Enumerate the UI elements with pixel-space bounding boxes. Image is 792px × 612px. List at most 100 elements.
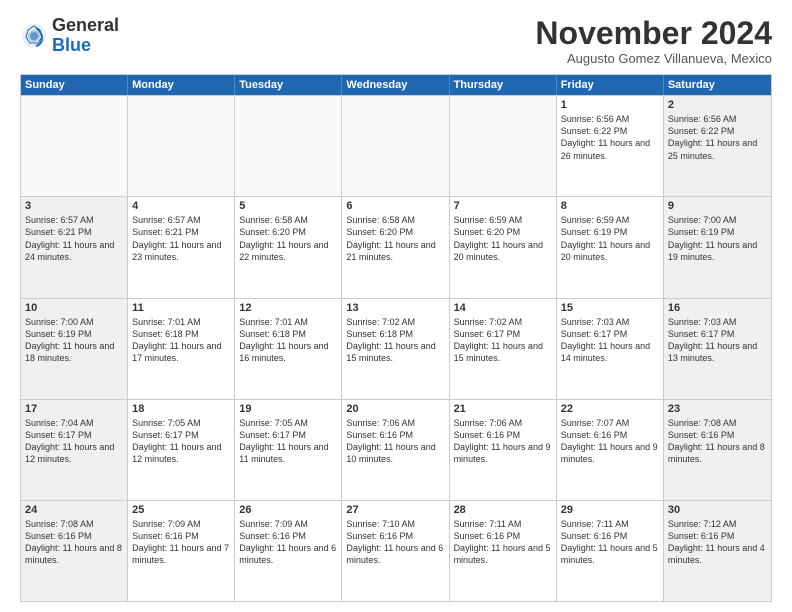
day-number: 22	[561, 403, 659, 415]
day-number: 7	[454, 200, 552, 212]
day-info: Sunrise: 6:57 AMSunset: 6:21 PMDaylight:…	[132, 214, 230, 263]
day-number: 25	[132, 504, 230, 516]
day-cell-21: 21 Sunrise: 7:06 AMSunset: 6:16 PMDayligh…	[450, 400, 557, 500]
day-number: 26	[239, 504, 337, 516]
day-info: Sunrise: 7:07 AMSunset: 6:16 PMDaylight:…	[561, 417, 659, 466]
day-info: Sunrise: 6:59 AMSunset: 6:19 PMDaylight:…	[561, 214, 659, 263]
day-cell-27: 27 Sunrise: 7:10 AMSunset: 6:16 PMDayligh…	[342, 501, 449, 601]
day-info: Sunrise: 6:57 AMSunset: 6:21 PMDaylight:…	[25, 214, 123, 263]
day-number: 10	[25, 302, 123, 314]
weekday-header-monday: Monday	[128, 75, 235, 95]
day-info: Sunrise: 7:09 AMSunset: 6:16 PMDaylight:…	[132, 518, 230, 567]
calendar-row-2: 3 Sunrise: 6:57 AMSunset: 6:21 PMDaylight…	[21, 196, 771, 297]
day-number: 23	[668, 403, 767, 415]
day-number: 17	[25, 403, 123, 415]
day-cell-19: 19 Sunrise: 7:05 AMSunset: 6:17 PMDayligh…	[235, 400, 342, 500]
day-info: Sunrise: 6:56 AMSunset: 6:22 PMDaylight:…	[561, 113, 659, 162]
day-cell-4: 4 Sunrise: 6:57 AMSunset: 6:21 PMDaylight…	[128, 197, 235, 297]
day-info: Sunrise: 7:06 AMSunset: 6:16 PMDaylight:…	[346, 417, 444, 466]
day-number: 28	[454, 504, 552, 516]
day-cell-25: 25 Sunrise: 7:09 AMSunset: 6:16 PMDayligh…	[128, 501, 235, 601]
day-info: Sunrise: 6:59 AMSunset: 6:20 PMDaylight:…	[454, 214, 552, 263]
day-number: 27	[346, 504, 444, 516]
day-cell-24: 24 Sunrise: 7:08 AMSunset: 6:16 PMDayligh…	[21, 501, 128, 601]
logo: General Blue	[20, 16, 119, 56]
day-cell-23: 23 Sunrise: 7:08 AMSunset: 6:16 PMDayligh…	[664, 400, 771, 500]
day-cell-7: 7 Sunrise: 6:59 AMSunset: 6:20 PMDaylight…	[450, 197, 557, 297]
empty-cell	[128, 96, 235, 196]
weekday-header-saturday: Saturday	[664, 75, 771, 95]
day-cell-9: 9Sunrise: 7:00 AMSunset: 6:19 PMDaylight…	[664, 197, 771, 297]
weekday-header-tuesday: Tuesday	[235, 75, 342, 95]
day-cell-2: 2 Sunrise: 6:56 AMSunset: 6:22 PMDaylight…	[664, 96, 771, 196]
day-cell-26: 26 Sunrise: 7:09 AMSunset: 6:16 PMDayligh…	[235, 501, 342, 601]
day-cell-1: 1Sunrise: 6:56 AMSunset: 6:22 PMDaylight…	[557, 96, 664, 196]
calendar: SundayMondayTuesdayWednesdayThursdayFrid…	[20, 74, 772, 602]
day-number: 8	[561, 200, 659, 212]
day-info: Sunrise: 7:02 AMSunset: 6:18 PMDaylight:…	[346, 316, 444, 365]
day-info: Sunrise: 6:58 AMSunset: 6:20 PMDaylight:…	[346, 214, 444, 263]
day-cell-29: 29 Sunrise: 7:11 AMSunset: 6:16 PMDayligh…	[557, 501, 664, 601]
empty-cell	[450, 96, 557, 196]
day-info: Sunrise: 7:08 AMSunset: 6:16 PMDaylight:…	[668, 417, 767, 466]
day-cell-20: 20 Sunrise: 7:06 AMSunset: 6:16 PMDayligh…	[342, 400, 449, 500]
day-cell-6: 6Sunrise: 6:58 AMSunset: 6:20 PMDaylight…	[342, 197, 449, 297]
day-info: Sunrise: 6:56 AMSunset: 6:22 PMDaylight:…	[668, 113, 767, 162]
day-cell-17: 17 Sunrise: 7:04 AMSunset: 6:17 PMDayligh…	[21, 400, 128, 500]
day-cell-28: 28Sunrise: 7:11 AMSunset: 6:16 PMDayligh…	[450, 501, 557, 601]
day-number: 2	[668, 99, 767, 111]
day-number: 11	[132, 302, 230, 314]
day-info: Sunrise: 7:00 AMSunset: 6:19 PMDaylight:…	[25, 316, 123, 365]
day-cell-15: 15 Sunrise: 7:03 AMSunset: 6:17 PMDayligh…	[557, 299, 664, 399]
calendar-body: 1Sunrise: 6:56 AMSunset: 6:22 PMDaylight…	[21, 95, 771, 601]
empty-cell	[21, 96, 128, 196]
day-cell-10: 10 Sunrise: 7:00 AMSunset: 6:19 PMDayligh…	[21, 299, 128, 399]
day-number: 4	[132, 200, 230, 212]
day-info: Sunrise: 7:01 AMSunset: 6:18 PMDaylight:…	[132, 316, 230, 365]
empty-cell	[235, 96, 342, 196]
day-cell-11: 11 Sunrise: 7:01 AMSunset: 6:18 PMDayligh…	[128, 299, 235, 399]
day-info: Sunrise: 7:03 AMSunset: 6:17 PMDaylight:…	[561, 316, 659, 365]
day-number: 12	[239, 302, 337, 314]
day-number: 21	[454, 403, 552, 415]
logo-general-text: General	[52, 15, 119, 35]
weekday-header-thursday: Thursday	[450, 75, 557, 95]
weekday-header-wednesday: Wednesday	[342, 75, 449, 95]
day-number: 13	[346, 302, 444, 314]
day-info: Sunrise: 7:06 AMSunset: 6:16 PMDaylight:…	[454, 417, 552, 466]
day-number: 24	[25, 504, 123, 516]
day-number: 29	[561, 504, 659, 516]
day-number: 15	[561, 302, 659, 314]
day-info: Sunrise: 7:01 AMSunset: 6:18 PMDaylight:…	[239, 316, 337, 365]
day-number: 14	[454, 302, 552, 314]
day-cell-14: 14Sunrise: 7:02 AMSunset: 6:17 PMDayligh…	[450, 299, 557, 399]
day-info: Sunrise: 7:08 AMSunset: 6:16 PMDaylight:…	[25, 518, 123, 567]
title-block: November 2024 Augusto Gomez Villanueva, …	[535, 16, 772, 66]
location-subtitle: Augusto Gomez Villanueva, Mexico	[535, 51, 772, 66]
logo-icon	[20, 22, 48, 50]
day-number: 5	[239, 200, 337, 212]
logo-blue-text: Blue	[52, 35, 91, 55]
day-info: Sunrise: 7:03 AMSunset: 6:17 PMDaylight:…	[668, 316, 767, 365]
day-number: 3	[25, 200, 123, 212]
day-cell-18: 18Sunrise: 7:05 AMSunset: 6:17 PMDayligh…	[128, 400, 235, 500]
day-info: Sunrise: 7:10 AMSunset: 6:16 PMDaylight:…	[346, 518, 444, 567]
empty-cell	[342, 96, 449, 196]
day-info: Sunrise: 6:58 AMSunset: 6:20 PMDaylight:…	[239, 214, 337, 263]
day-cell-12: 12 Sunrise: 7:01 AMSunset: 6:18 PMDayligh…	[235, 299, 342, 399]
day-number: 30	[668, 504, 767, 516]
day-number: 16	[668, 302, 767, 314]
day-info: Sunrise: 7:09 AMSunset: 6:16 PMDaylight:…	[239, 518, 337, 567]
day-info: Sunrise: 7:00 AMSunset: 6:19 PMDaylight:…	[668, 214, 767, 263]
day-info: Sunrise: 7:05 AMSunset: 6:17 PMDaylight:…	[239, 417, 337, 466]
calendar-header: SundayMondayTuesdayWednesdayThursdayFrid…	[21, 75, 771, 95]
day-number: 18	[132, 403, 230, 415]
calendar-row-1: 1Sunrise: 6:56 AMSunset: 6:22 PMDaylight…	[21, 95, 771, 196]
day-number: 19	[239, 403, 337, 415]
weekday-header-sunday: Sunday	[21, 75, 128, 95]
day-number: 20	[346, 403, 444, 415]
day-info: Sunrise: 7:11 AMSunset: 6:16 PMDaylight:…	[561, 518, 659, 567]
weekday-header-friday: Friday	[557, 75, 664, 95]
day-info: Sunrise: 7:04 AMSunset: 6:17 PMDaylight:…	[25, 417, 123, 466]
day-info: Sunrise: 7:12 AMSunset: 6:16 PMDaylight:…	[668, 518, 767, 567]
